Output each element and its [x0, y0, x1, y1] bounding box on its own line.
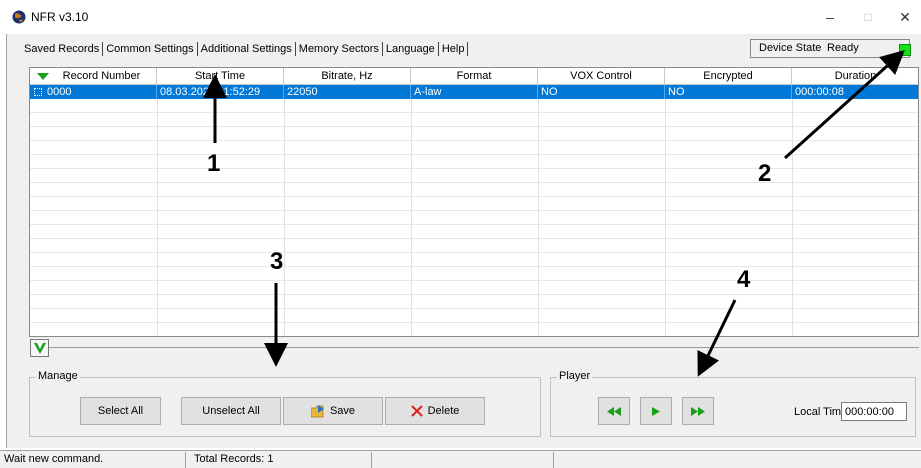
annotation-arrows [203, 49, 905, 377]
annotation-arrow-2 [783, 49, 905, 160]
annotation-number-4: 4 [737, 266, 751, 293]
annotation-number-2: 2 [758, 160, 772, 187]
annotation-arrow-4 [697, 299, 737, 377]
annotation-number-3: 3 [270, 248, 284, 275]
annotation-number-1: 1 [207, 150, 221, 177]
